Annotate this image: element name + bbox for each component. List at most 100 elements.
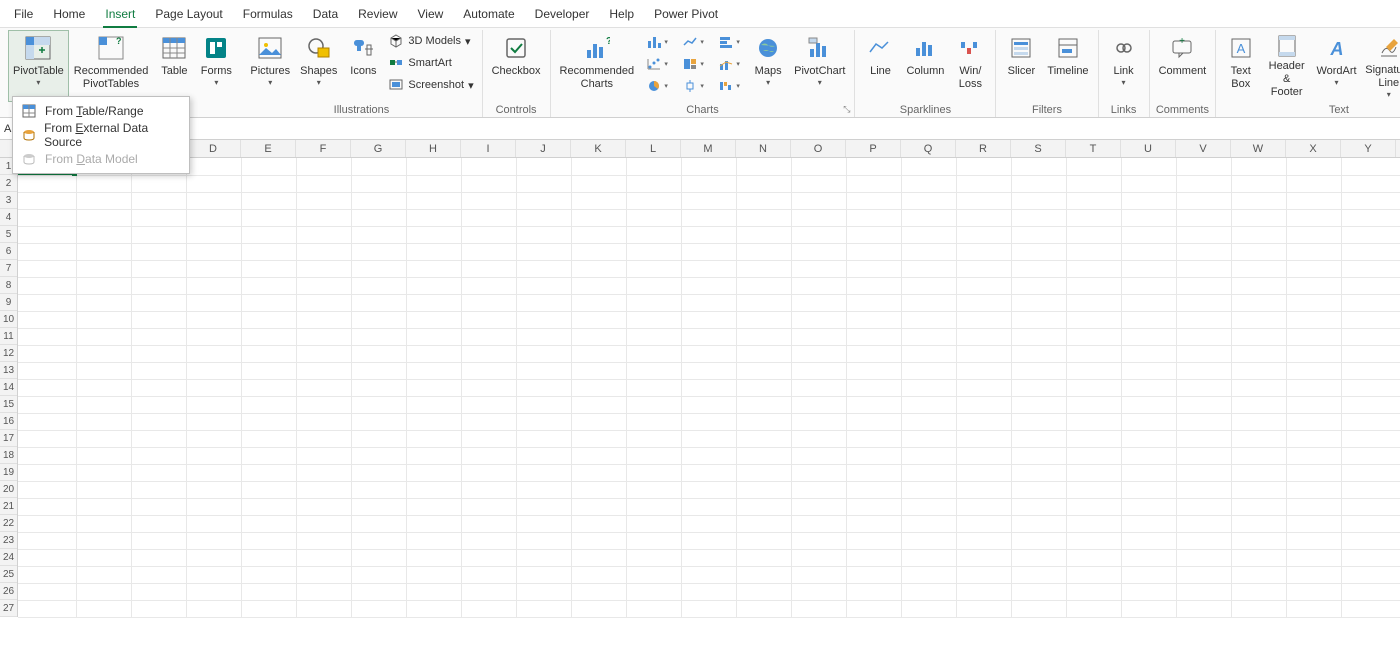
waterfall-chart-button[interactable]: ▾ [715,76,743,96]
column-header[interactable]: R [956,140,1011,157]
row-header[interactable]: 10 [0,311,17,328]
column-header[interactable]: W [1231,140,1286,157]
row-header[interactable]: 25 [0,566,17,583]
row-header[interactable]: 19 [0,464,17,481]
row-header[interactable]: 5 [0,226,17,243]
row-header[interactable]: 17 [0,430,17,447]
row-header[interactable]: 24 [0,549,17,566]
tab-view[interactable]: View [408,0,454,28]
forms-button[interactable]: Forms ▾ [195,30,237,102]
column-header[interactable]: P [846,140,901,157]
row-header[interactable]: 16 [0,413,17,430]
combo-chart-button[interactable]: ▾ [715,54,743,74]
charts-dialog-launcher[interactable]: ⤡ [843,104,852,115]
row-header[interactable]: 7 [0,260,17,277]
column-header[interactable]: S [1011,140,1066,157]
column-headers[interactable]: A B C DEFGHIJKLMNOPQRSTUVWXY [18,140,1400,158]
3d-models-button[interactable]: 3D Models ▾ [384,30,477,52]
tab-home[interactable]: Home [43,0,95,28]
signature-line-button[interactable]: Signature Line ▾ [1361,30,1400,102]
row-header[interactable]: 9 [0,294,17,311]
column-header[interactable]: Q [901,140,956,157]
comment-button[interactable]: + Comment [1154,30,1212,102]
column-header[interactable]: T [1066,140,1121,157]
row-header[interactable]: 3 [0,192,17,209]
tab-power-pivot[interactable]: Power Pivot [644,0,728,28]
tab-automate[interactable]: Automate [453,0,524,28]
pie-chart-button[interactable]: ▾ [643,76,671,96]
column-header[interactable]: V [1176,140,1231,157]
tab-formulas[interactable]: Formulas [233,0,303,28]
maps-button[interactable]: Maps ▾ [747,30,789,102]
row-header[interactable]: 14 [0,379,17,396]
smartart-button[interactable]: SmartArt [384,52,477,74]
screenshot-button[interactable]: Screenshot ▾ [384,74,477,96]
pictures-button[interactable]: Pictures ▾ [245,30,295,102]
table-button[interactable]: Table [153,30,195,102]
scatter-chart-button[interactable]: ▾ [643,54,671,74]
worksheet-grid[interactable]: A B C DEFGHIJKLMNOPQRSTUVWXY 12345678910… [0,140,1400,617]
header-footer-button[interactable]: Header & Footer [1261,30,1312,102]
cells-area[interactable] [18,158,1400,617]
tab-data[interactable]: Data [303,0,348,28]
column-header[interactable]: J [516,140,571,157]
tab-page-layout[interactable]: Page Layout [145,0,232,28]
sparkline-line-button[interactable]: Line [859,30,901,102]
column-header[interactable]: N [736,140,791,157]
checkbox-button[interactable]: Checkbox [487,30,546,102]
row-header[interactable]: 27 [0,600,17,617]
row-header[interactable]: 21 [0,498,17,515]
column-header[interactable]: M [681,140,736,157]
row-header[interactable]: 2 [0,175,17,192]
column-header[interactable]: H [406,140,461,157]
tab-file[interactable]: File [4,0,43,28]
row-header[interactable]: 6 [0,243,17,260]
icons-button[interactable]: Icons [342,30,384,102]
row-header[interactable]: 11 [0,328,17,345]
slicer-button[interactable]: Slicer [1000,30,1042,102]
boxwhisker-chart-button[interactable]: ▾ [679,76,707,96]
textbox-button[interactable]: A Text Box [1220,30,1261,102]
row-header[interactable]: 15 [0,396,17,413]
row-header[interactable]: 4 [0,209,17,226]
row-header[interactable]: 20 [0,481,17,498]
row-header[interactable]: 13 [0,362,17,379]
recommended-charts-button[interactable]: ? Recommended Charts [555,30,640,102]
sparkline-winloss-button[interactable]: Win/ Loss [949,30,991,102]
column-header[interactable]: E [241,140,296,157]
column-chart-button[interactable]: ▾ [643,32,671,52]
tab-help[interactable]: Help [599,0,644,28]
treemap-chart-button[interactable]: ▾ [679,54,707,74]
shapes-button[interactable]: Shapes ▾ [295,30,342,102]
tab-review[interactable]: Review [348,0,407,28]
row-header[interactable]: 12 [0,345,17,362]
row-headers[interactable]: 1234567891011121314151617181920212223242… [0,158,18,617]
from-table-range-item[interactable]: From Table/Range [13,99,189,123]
column-header[interactable]: I [461,140,516,157]
column-header[interactable]: G [351,140,406,157]
column-header[interactable]: O [791,140,846,157]
row-header[interactable]: 26 [0,583,17,600]
sparkline-column-button[interactable]: Column [901,30,949,102]
column-header[interactable]: D [186,140,241,157]
column-header[interactable]: K [571,140,626,157]
column-header[interactable]: X [1286,140,1341,157]
recommended-pivottables-button[interactable]: ? Recommended PivotTables [69,30,154,102]
pivotchart-button[interactable]: PivotChart ▾ [789,30,850,102]
wordart-button[interactable]: A WordArt ▾ [1312,30,1361,102]
pivottable-button[interactable]: PivotTable ▾ [8,30,69,102]
row-header[interactable]: 23 [0,532,17,549]
bar-chart-button[interactable]: ▾ [715,32,743,52]
tab-developer[interactable]: Developer [525,0,600,28]
line-chart-button[interactable]: ▾ [679,32,707,52]
column-header[interactable]: Y [1341,140,1396,157]
row-header[interactable]: 18 [0,447,17,464]
formula-bar[interactable]: A [0,118,1400,140]
tab-insert[interactable]: Insert [95,0,145,28]
column-header[interactable]: L [626,140,681,157]
column-header[interactable]: U [1121,140,1176,157]
row-header[interactable]: 22 [0,515,17,532]
column-header[interactable]: F [296,140,351,157]
link-button[interactable]: Link ▾ [1103,30,1145,102]
timeline-button[interactable]: Timeline [1042,30,1093,102]
